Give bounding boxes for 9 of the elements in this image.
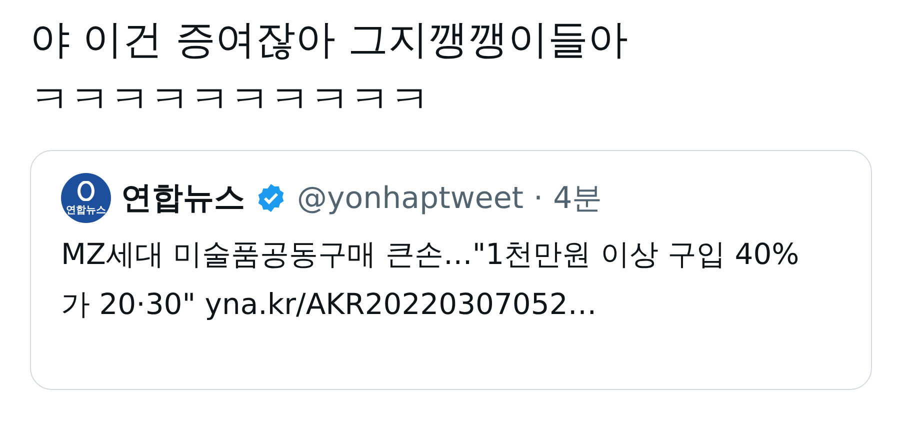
timestamp[interactable]: 4분 [553, 178, 602, 218]
avatar-logo[interactable]: 연합뉴스 [61, 173, 111, 223]
tweet-text: 야 이건 증여잖아 그지깽깽이들아 [30, 16, 630, 65]
account-name[interactable]: 연합뉴스 [121, 177, 245, 219]
tweet-text: ㅋㅋㅋㅋㅋㅋㅋㅋㅋㅋ [30, 76, 431, 125]
separator: · [534, 180, 544, 216]
quoted-tweet-text: MZ세대 미술품공동구매 큰손…"1천만원 이상 구입 40%가 20·30" yna.kr/AKR20220307052… [61, 236, 800, 323]
account-handle[interactable]: @yonhaptweet [297, 180, 524, 216]
quoted-tweet-card[interactable]: 연합뉴스 연합뉴스 @yonhaptweet · 4분 MZ세대 미술품공동구매 큰손…"1천만원 이상 구입 40%가 20·30" yna.kr/AKR20220307052… [30, 150, 872, 390]
